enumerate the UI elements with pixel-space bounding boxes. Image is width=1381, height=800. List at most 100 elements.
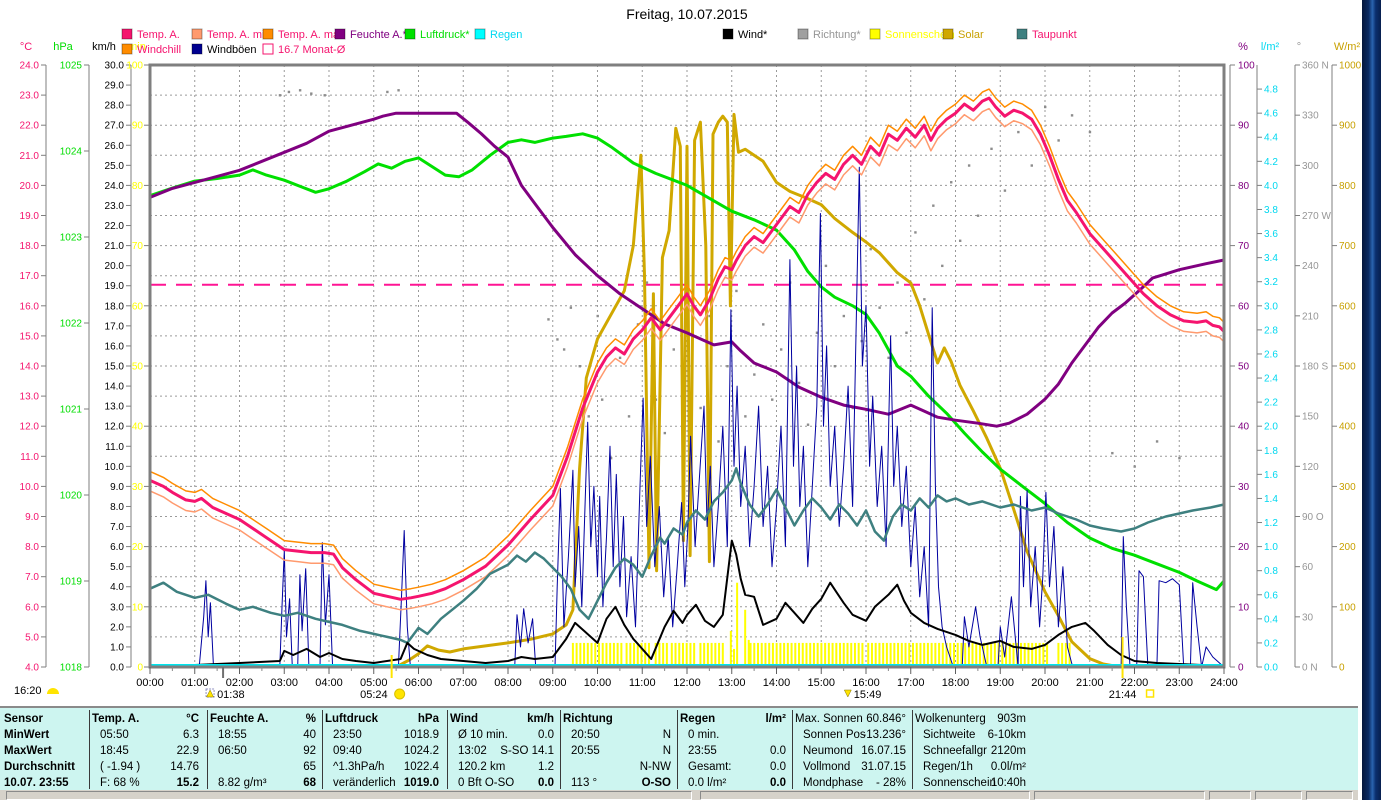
axis-label-deg: 30 (1302, 612, 1314, 623)
sunshine-bar (605, 643, 607, 667)
axis-label-min: 60 (132, 301, 144, 312)
sunshine-bar (893, 643, 895, 667)
table-cell-value: 0.0 (680, 761, 786, 774)
axis-label-wm2: 700 (1339, 241, 1356, 252)
axis-label-kmh: 17.0 (105, 321, 125, 332)
legend-item-regen[interactable]: Regen (475, 29, 522, 41)
status-bar-segment (1306, 791, 1353, 800)
hour-label: 13:00 (718, 677, 746, 689)
axis-unit-pct: % (1238, 41, 1248, 53)
table-cell-value: 0.0 (450, 777, 554, 790)
sunshine-bar (576, 643, 578, 667)
wind-direction-dot (843, 315, 845, 317)
table-cell-value: 0.0 (450, 729, 554, 742)
hour-label: 18:00 (942, 677, 970, 689)
axis-label-kmh: 21.0 (105, 241, 125, 252)
sunshine-bar (854, 643, 856, 667)
table-row-label: MinWert (4, 729, 88, 742)
legend-item-taupunkt[interactable]: Taupunkt (1017, 29, 1077, 41)
legend-item-sonnenschein[interactable]: Sonnenschein (870, 29, 955, 41)
axis-label-lm2: 4.2 (1264, 157, 1278, 168)
wind-direction-dot (699, 407, 701, 409)
wind-direction-dot (628, 415, 630, 417)
axis-label-temp: 20.0 (20, 181, 40, 192)
wind-direction-dot (932, 204, 934, 206)
table-cell-value: -13.236° (795, 729, 906, 742)
axis-label-wm2: 100 (1339, 602, 1356, 613)
wind-direction-dot (959, 240, 961, 242)
sunshine-bar (975, 643, 977, 667)
sunshine-bar (905, 643, 907, 667)
sunshine-bar (718, 643, 720, 667)
axis-label-kmh: 26.0 (105, 141, 125, 152)
sunshine-bar (916, 643, 918, 667)
legend-item-luftdruck-[interactable]: Luftdruck* (405, 29, 470, 41)
legend-label: Regen (490, 29, 522, 41)
wind-direction-dot (386, 91, 388, 93)
table-cell-value: 92 (210, 745, 316, 758)
axis-label-kmh: 13.0 (105, 402, 125, 413)
legend-item-wind-[interactable]: Wind* (723, 29, 768, 41)
axis-label-min: 40 (132, 422, 144, 433)
sunshine-bar (617, 643, 619, 667)
legend-item-temp-a-max[interactable]: Temp. A. max (263, 29, 345, 41)
sunshine-bar (964, 643, 966, 667)
hour-label: 08:00 (494, 677, 522, 689)
legend-item-richtung-[interactable]: Richtung* (798, 29, 861, 41)
wind-direction-dot (896, 281, 898, 283)
axis-unit-deg: ° (1297, 41, 1301, 53)
legend-item-16-7-monat-[interactable]: 16.7 Monat-Ø (263, 44, 346, 56)
sunshine-bar (689, 643, 691, 667)
axis-label-deg: 180 S (1302, 362, 1328, 373)
axis-label-lm2: 3.4 (1264, 253, 1278, 264)
sunshine-bar (927, 643, 929, 667)
legend-item-temp-a-min[interactable]: Temp. A. min (192, 29, 271, 41)
legend-label: Richtung* (813, 29, 861, 41)
table-column-unit: 60.846° (795, 713, 906, 726)
axis-label-lm2: 0.4 (1264, 614, 1278, 625)
axis-label-pct: 40 (1238, 422, 1250, 433)
wind-direction-dot (990, 148, 992, 150)
sunshine-bar (591, 643, 593, 667)
sunshine-bar (850, 643, 852, 667)
legend-item-feuchte-a-[interactable]: Feuchte A.* (335, 29, 408, 41)
table-cell-value: 14.76 (92, 761, 199, 774)
sunshine-bar (802, 643, 804, 667)
weather-day-chart[interactable]: Freitag, 10.07.2015 °C4.05.06.07.08.09.0… (0, 0, 1381, 706)
legend-item-solar[interactable]: Solar (943, 29, 984, 41)
axis-label-lm2: 1.4 (1264, 494, 1278, 505)
axis-label-kmh: 20.0 (105, 261, 125, 272)
wind-direction-dot (1178, 457, 1180, 459)
legend-item-windchill[interactable]: Windchill (122, 44, 181, 56)
axis-label-kmh: 11.0 (105, 442, 124, 453)
sunshine-bar-tall (736, 583, 738, 667)
axis-label-wm2: 600 (1339, 301, 1356, 312)
axis-label-kmh: 23.0 (105, 201, 125, 212)
axis-label-temp: 14.0 (20, 362, 40, 373)
moonrise-arrow-icon (207, 690, 214, 697)
axis-label-kmh: 7.0 (110, 522, 124, 533)
hour-label: 04:00 (315, 677, 343, 689)
table-column-unit: 903m (915, 713, 1026, 726)
axis-label-kmh: 30.0 (105, 61, 125, 72)
axis-label-wm2: 0 (1339, 663, 1345, 674)
sunshine-bar (594, 643, 596, 667)
sunshine-bar (783, 643, 785, 667)
hour-label: 19:00 (986, 677, 1014, 689)
hour-label: 14:00 (763, 677, 791, 689)
axis-label-kmh: 19.0 (105, 281, 125, 292)
sunshine-bar (912, 643, 914, 667)
hour-label: 11:00 (629, 677, 656, 689)
axis-label-temp: 22.0 (20, 121, 40, 132)
sunshine-bar (714, 643, 716, 667)
axis-label-wm2: 500 (1339, 362, 1356, 373)
axis-label-deg: 90 O (1302, 512, 1324, 523)
legend-swatch-icon (192, 29, 202, 39)
axis-label-kmh: 4.0 (110, 582, 124, 593)
wind-direction-dot (905, 332, 907, 334)
wind-direction-dot (941, 265, 943, 267)
axis-label-lm2: 0.0 (1264, 663, 1278, 674)
legend-item-temp-a-[interactable]: Temp. A. (122, 29, 180, 41)
legend-item-windb-en[interactable]: Windböen (192, 44, 257, 56)
sunshine-bar (1057, 643, 1059, 667)
